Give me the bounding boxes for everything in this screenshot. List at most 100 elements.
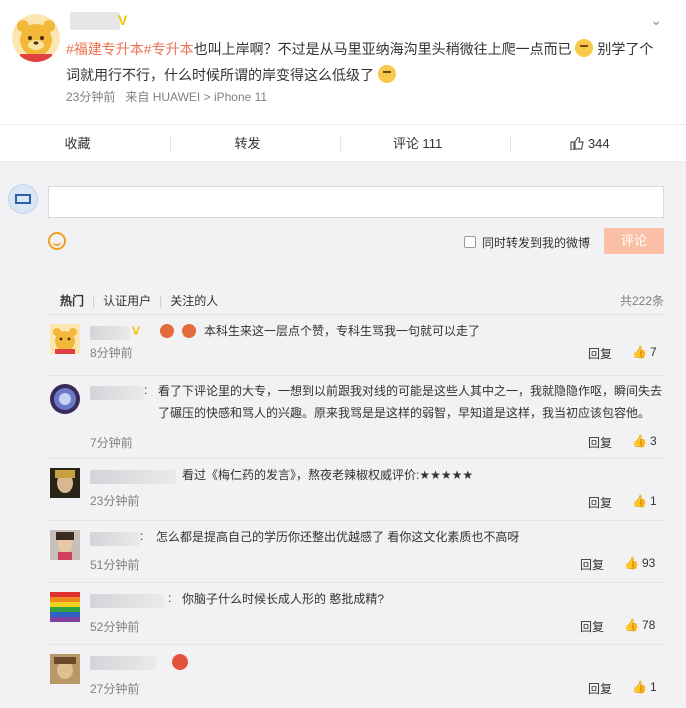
commenter-avatar[interactable] — [50, 592, 80, 622]
like-count: 3 — [649, 434, 657, 448]
comment-text: 看过《梅仁药的发言》，熬夜老辣椒权威评价:★★★★★ — [182, 468, 474, 482]
comment-item: V 本科生来这一层点个赞，专科生骂我一句就可以走了 8分钟前 回复 👍 7 — [48, 318, 664, 376]
commenter-avatar[interactable] — [50, 384, 80, 414]
colon: : — [144, 383, 148, 397]
repost-checkbox[interactable] — [464, 236, 476, 248]
emoji-icon — [575, 39, 594, 57]
comment-like-button[interactable]: 👍 7 — [632, 345, 657, 359]
like-count: 93 — [641, 556, 656, 570]
current-user-avatar[interactable] — [8, 184, 38, 214]
divider — [48, 314, 664, 315]
post-text-part1: 也叫上岸啊？不过是从马里亚纳海沟里头稍微往上爬一点而已 — [193, 41, 572, 57]
reply-button[interactable]: 回复 — [588, 345, 612, 362]
thumb-up-icon: 👍 — [632, 680, 647, 694]
commenter-avatar[interactable] — [50, 530, 80, 560]
repost-label: 转发 — [234, 136, 261, 151]
like-count: 1 — [649, 494, 657, 508]
author-name-blurred[interactable] — [70, 12, 120, 30]
divider — [48, 582, 664, 583]
hashtag-link[interactable]: 专升本 — [152, 41, 194, 57]
comment-like-button[interactable]: 👍 93 — [624, 556, 655, 570]
thumb-up-icon: 👍 — [632, 345, 647, 359]
filter-verified[interactable]: 认证用户 — [103, 292, 151, 309]
post-time[interactable]: 23分钟前 — [66, 90, 115, 104]
reply-button[interactable]: 回复 — [588, 434, 612, 451]
comment-like-button[interactable]: 👍 1 — [632, 680, 657, 694]
comment-input[interactable] — [48, 186, 664, 218]
comment-item: 看过《梅仁药的发言》，熬夜老辣椒权威评价:★★★★★ 23分钟前 回复 👍 1 — [48, 462, 664, 521]
emoji-icon — [182, 324, 196, 338]
verified-badge-icon: V — [132, 324, 141, 338]
comment-time: 27分钟前 — [90, 682, 140, 696]
post-meta: 23分钟前 来自 HUAWEI > iPhone 11 — [66, 88, 267, 105]
emoji-picker-icon[interactable] — [48, 232, 66, 250]
emoji-icon — [377, 65, 396, 83]
reply-button[interactable]: 回复 — [580, 556, 604, 573]
post-content: #福建专升本#专升本也叫上岸啊？不过是从马里亚纳海沟里头稍微往上爬一点而已 别学… — [66, 36, 666, 88]
author-avatar[interactable] — [12, 14, 60, 62]
comment-section: 同时转发到我的微博 评论 热门 | 认证用户 | 关注的人 共222条 V 本科生来这一… — [0, 162, 686, 708]
comment-time: 23分钟前 — [90, 494, 140, 508]
comment-label: 评论 111 — [392, 136, 443, 151]
comment-text: 本科生来这一层点个赞，专科生骂我一句就可以走了 — [204, 324, 481, 338]
emoji-icon — [172, 654, 188, 670]
like-count: 344 — [587, 136, 610, 151]
comment-item: : 看了下评论里的大专，一想到以前跟我对线的可能是这些人其中之一，我就隐隐作呕，… — [48, 378, 664, 459]
commenter-name-blurred[interactable] — [90, 656, 156, 670]
reply-button[interactable]: 回复 — [580, 618, 604, 635]
divider — [48, 375, 664, 376]
hashtag-link[interactable]: #福建专升本# — [66, 41, 152, 57]
post-source: 来自 HUAWEI > iPhone 11 — [125, 90, 268, 104]
like-count: 78 — [641, 618, 656, 632]
divider — [48, 458, 664, 459]
comment-like-button[interactable]: 👍 1 — [632, 494, 657, 508]
action-bar: 收藏 转发 评论 111 344 — [0, 124, 686, 162]
reply-button[interactable]: 回复 — [588, 494, 612, 511]
commenter-name-blurred[interactable] — [90, 386, 144, 400]
comment-text: 看了下评论里的大专，一想到以前跟我对线的可能是这些人其中之一，我就隐隐作呕，瞬间… — [158, 384, 663, 420]
weibo-post: V ⌄ #福建专升本#专升本也叫上岸啊？不过是从马里亚纳海沟里头稍微往上爬一点而… — [0, 0, 686, 124]
emoji-icon — [160, 324, 174, 338]
commenter-name-blurred[interactable] — [90, 532, 140, 546]
reply-button[interactable]: 回复 — [588, 680, 612, 697]
thumb-up-icon: 👍 — [632, 494, 647, 508]
comment-like-button[interactable]: 👍 78 — [624, 618, 655, 632]
chevron-down-icon[interactable]: ⌄ — [650, 12, 662, 29]
filter-hot[interactable]: 热门 — [60, 292, 84, 309]
submit-comment-button[interactable]: 评论 — [604, 228, 664, 254]
commenter-avatar[interactable] — [50, 468, 80, 498]
like-count: 7 — [649, 345, 657, 359]
comment-total: 共222条 — [619, 294, 664, 308]
comment-time: 7分钟前 — [90, 436, 133, 450]
comment-time: 8分钟前 — [90, 346, 133, 360]
comment-item: 27分钟前 回复 👍 1 — [48, 648, 664, 708]
comment-item: : 怎么都是提高自己的学历你还整出优越感了 看你这文化素质也不高呀 51分钟前 … — [48, 524, 664, 583]
commenter-name-blurred[interactable] — [90, 326, 130, 340]
favorite-label: 收藏 — [64, 136, 91, 151]
divider — [48, 644, 664, 645]
comment-time: 51分钟前 — [90, 558, 140, 572]
thumb-up-icon: 👍 — [624, 556, 639, 570]
comment-text: 怎么都是提高自己的学历你还整出优越感了 看你这文化素质也不高呀 — [156, 530, 520, 544]
colon: : — [140, 529, 144, 543]
like-count: 1 — [649, 680, 657, 694]
commenter-name-blurred[interactable] — [90, 594, 164, 608]
colon: : — [168, 591, 172, 605]
comment-text: 你脑子什么时候长成人形的 憨批成精? — [182, 592, 385, 606]
comment-filter: 热门 | 认证用户 | 关注的人 — [60, 292, 219, 309]
filter-following[interactable]: 关注的人 — [170, 292, 218, 309]
like-button[interactable]: 344 — [510, 125, 670, 162]
commenter-avatar[interactable] — [50, 324, 80, 354]
commenter-avatar[interactable] — [50, 654, 80, 684]
commenter-name-blurred[interactable] — [90, 470, 176, 484]
repost-button[interactable]: 转发 — [170, 125, 325, 162]
repost-checkbox-label[interactable]: 同时转发到我的微博 — [482, 234, 590, 251]
divider — [48, 520, 664, 521]
thumb-up-icon — [570, 136, 588, 151]
comment-like-button[interactable]: 👍 3 — [632, 434, 657, 448]
thumb-up-icon: 👍 — [632, 434, 647, 448]
comment-button[interactable]: 评论 111 — [340, 125, 495, 162]
verified-badge-icon: V — [118, 12, 128, 28]
comment-time: 52分钟前 — [90, 620, 140, 634]
favorite-button[interactable]: 收藏 — [0, 125, 155, 162]
